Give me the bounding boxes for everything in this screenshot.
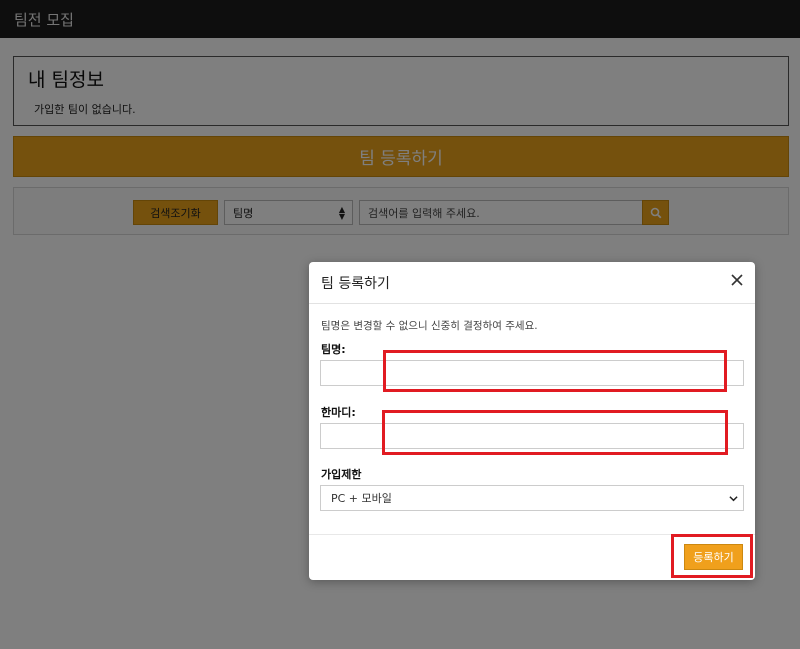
comment-label: 한마디: xyxy=(321,406,356,419)
join-limit-value: PC + 모바일 xyxy=(331,492,392,505)
modal-header: 팀 등록하기 xyxy=(309,262,755,304)
chevron-down-icon xyxy=(729,496,738,502)
join-limit-label: 가입제한 xyxy=(321,468,362,481)
team-name-label: 팀명: xyxy=(321,343,346,356)
close-icon[interactable] xyxy=(729,272,745,288)
join-limit-select[interactable]: PC + 모바일 xyxy=(320,485,744,511)
highlight-team-name xyxy=(383,350,727,392)
highlight-comment xyxy=(382,410,728,455)
highlight-submit xyxy=(671,534,753,578)
modal-title: 팀 등록하기 xyxy=(321,276,390,292)
modal-notice: 팀명은 변경할 수 없으니 신중히 결정하여 주세요. xyxy=(321,320,538,332)
